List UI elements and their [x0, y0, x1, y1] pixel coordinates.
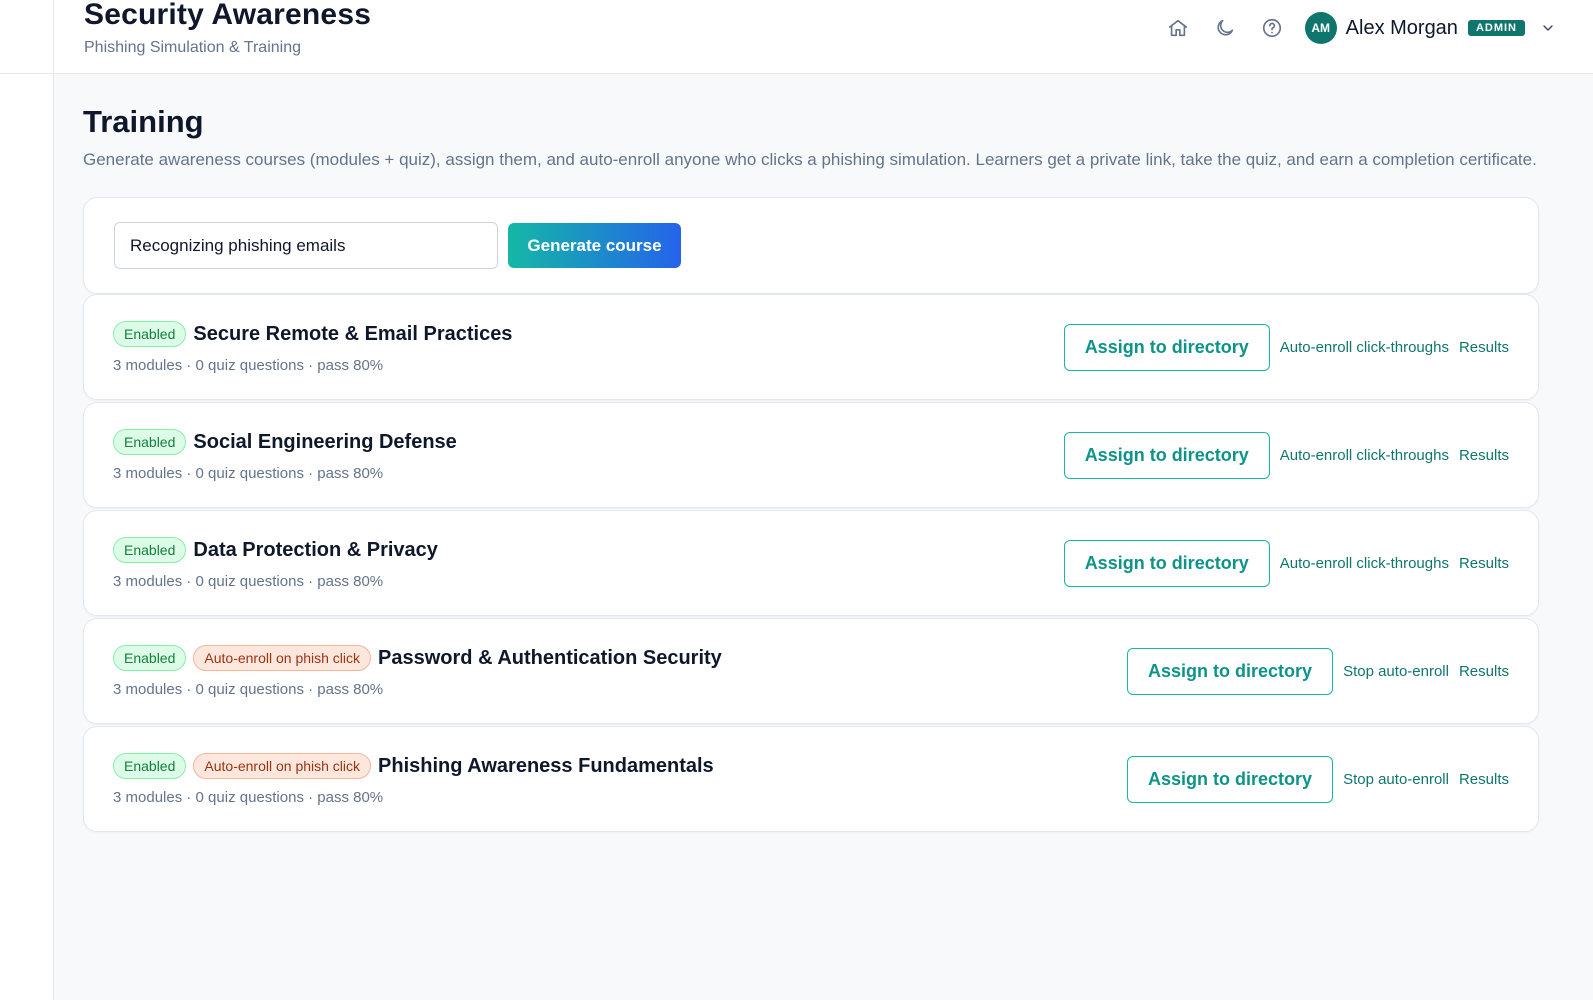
assign-to-directory-button[interactable]: Assign to directory	[1063, 432, 1270, 479]
course-actions: Assign to directory Auto-enroll click-th…	[1063, 432, 1509, 479]
course-header: Enabled Social Engineering Defense	[113, 429, 457, 455]
course-actions: Assign to directory Stop auto-enroll Res…	[1127, 648, 1509, 695]
course-title: Phishing Awareness Fundamentals	[378, 754, 714, 777]
course-title: Social Engineering Defense	[193, 430, 457, 453]
course-card: Enabled Auto-enroll on phish click Phish…	[83, 726, 1539, 832]
course-meta: 3 modules · 0 quiz questions · pass 80%	[113, 465, 384, 482]
moon-icon	[1217, 19, 1233, 36]
stop-auto-enroll-link[interactable]: Stop auto-enroll	[1343, 771, 1449, 788]
sidebar	[0, 0, 54, 1000]
page-title: Training	[83, 104, 204, 139]
results-link[interactable]: Results	[1459, 663, 1509, 680]
course-header: Enabled Secure Remote & Email Practices	[113, 321, 512, 347]
help-button[interactable]	[1254, 10, 1290, 46]
home-icon	[1168, 19, 1187, 37]
course-header: Enabled Auto-enroll on phish click Passw…	[113, 645, 722, 671]
user-menu-toggle[interactable]	[1539, 19, 1557, 37]
course-card: Enabled Data Protection & Privacy 3 modu…	[83, 510, 1539, 616]
course-actions: Assign to directory Auto-enroll click-th…	[1063, 324, 1509, 371]
sidebar-divider	[0, 73, 54, 74]
results-link[interactable]: Results	[1459, 339, 1509, 356]
assign-to-directory-button[interactable]: Assign to directory	[1063, 540, 1270, 587]
status-badge: Enabled	[113, 753, 187, 779]
chevron-down-icon	[1543, 25, 1553, 31]
auto-enroll-link[interactable]: Auto-enroll click-throughs	[1280, 555, 1449, 572]
top-bar: Security Awareness Phishing Simulation &…	[54, 0, 1593, 74]
course-generator-card: Generate course	[83, 197, 1539, 294]
course-actions: Assign to directory Auto-enroll click-th…	[1063, 540, 1509, 587]
course-header: Enabled Data Protection & Privacy	[113, 537, 438, 563]
auto-enroll-link[interactable]: Auto-enroll click-throughs	[1280, 339, 1449, 356]
status-badge: Enabled	[113, 429, 187, 455]
status-badge: Enabled	[113, 645, 187, 671]
course-meta: 3 modules · 0 quiz questions · pass 80%	[113, 681, 384, 698]
auto-enroll-badge: Auto-enroll on phish click	[193, 645, 372, 671]
course-card: Enabled Secure Remote & Email Practices …	[83, 294, 1539, 400]
course-actions: Assign to directory Stop auto-enroll Res…	[1127, 756, 1509, 803]
course-title: Secure Remote & Email Practices	[193, 322, 513, 345]
course-card: Enabled Social Engineering Defense 3 mod…	[83, 402, 1539, 508]
status-badge: Enabled	[113, 537, 187, 563]
course-header: Enabled Auto-enroll on phish click Phish…	[113, 753, 714, 779]
results-link[interactable]: Results	[1459, 555, 1509, 572]
generate-course-button[interactable]: Generate course	[508, 223, 681, 268]
course-meta: 3 modules · 0 quiz questions · pass 80%	[113, 357, 384, 374]
course-meta: 3 modules · 0 quiz questions · pass 80%	[113, 789, 384, 806]
avatar[interactable]: AM	[1304, 12, 1337, 44]
role-badge: ADMIN	[1467, 20, 1525, 36]
course-title: Password & Authentication Security	[378, 646, 722, 669]
auto-enroll-link[interactable]: Auto-enroll click-throughs	[1280, 447, 1449, 464]
page-description: Generate awareness courses (modules + qu…	[83, 150, 1537, 169]
auto-enroll-badge: Auto-enroll on phish click	[193, 753, 372, 779]
course-meta: 3 modules · 0 quiz questions · pass 80%	[113, 573, 384, 590]
header-actions: AM Alex Morgan ADMIN	[1160, 10, 1557, 46]
course-topic-input[interactable]	[114, 222, 498, 269]
results-link[interactable]: Results	[1459, 771, 1509, 788]
assign-to-directory-button[interactable]: Assign to directory	[1127, 756, 1334, 803]
app-title: Security Awareness	[84, 0, 372, 31]
assign-to-directory-button[interactable]: Assign to directory	[1063, 324, 1270, 371]
course-title: Data Protection & Privacy	[193, 538, 438, 561]
user-name[interactable]: Alex Morgan	[1346, 17, 1458, 40]
assign-to-directory-button[interactable]: Assign to directory	[1127, 648, 1334, 695]
app-subtitle: Phishing Simulation & Training	[84, 39, 302, 56]
help-icon	[1262, 18, 1281, 38]
stop-auto-enroll-link[interactable]: Stop auto-enroll	[1343, 663, 1449, 680]
status-badge: Enabled	[113, 321, 187, 347]
theme-toggle-button[interactable]	[1207, 10, 1243, 46]
course-card: Enabled Auto-enroll on phish click Passw…	[83, 618, 1539, 724]
results-link[interactable]: Results	[1459, 447, 1509, 464]
home-button[interactable]	[1160, 10, 1196, 46]
